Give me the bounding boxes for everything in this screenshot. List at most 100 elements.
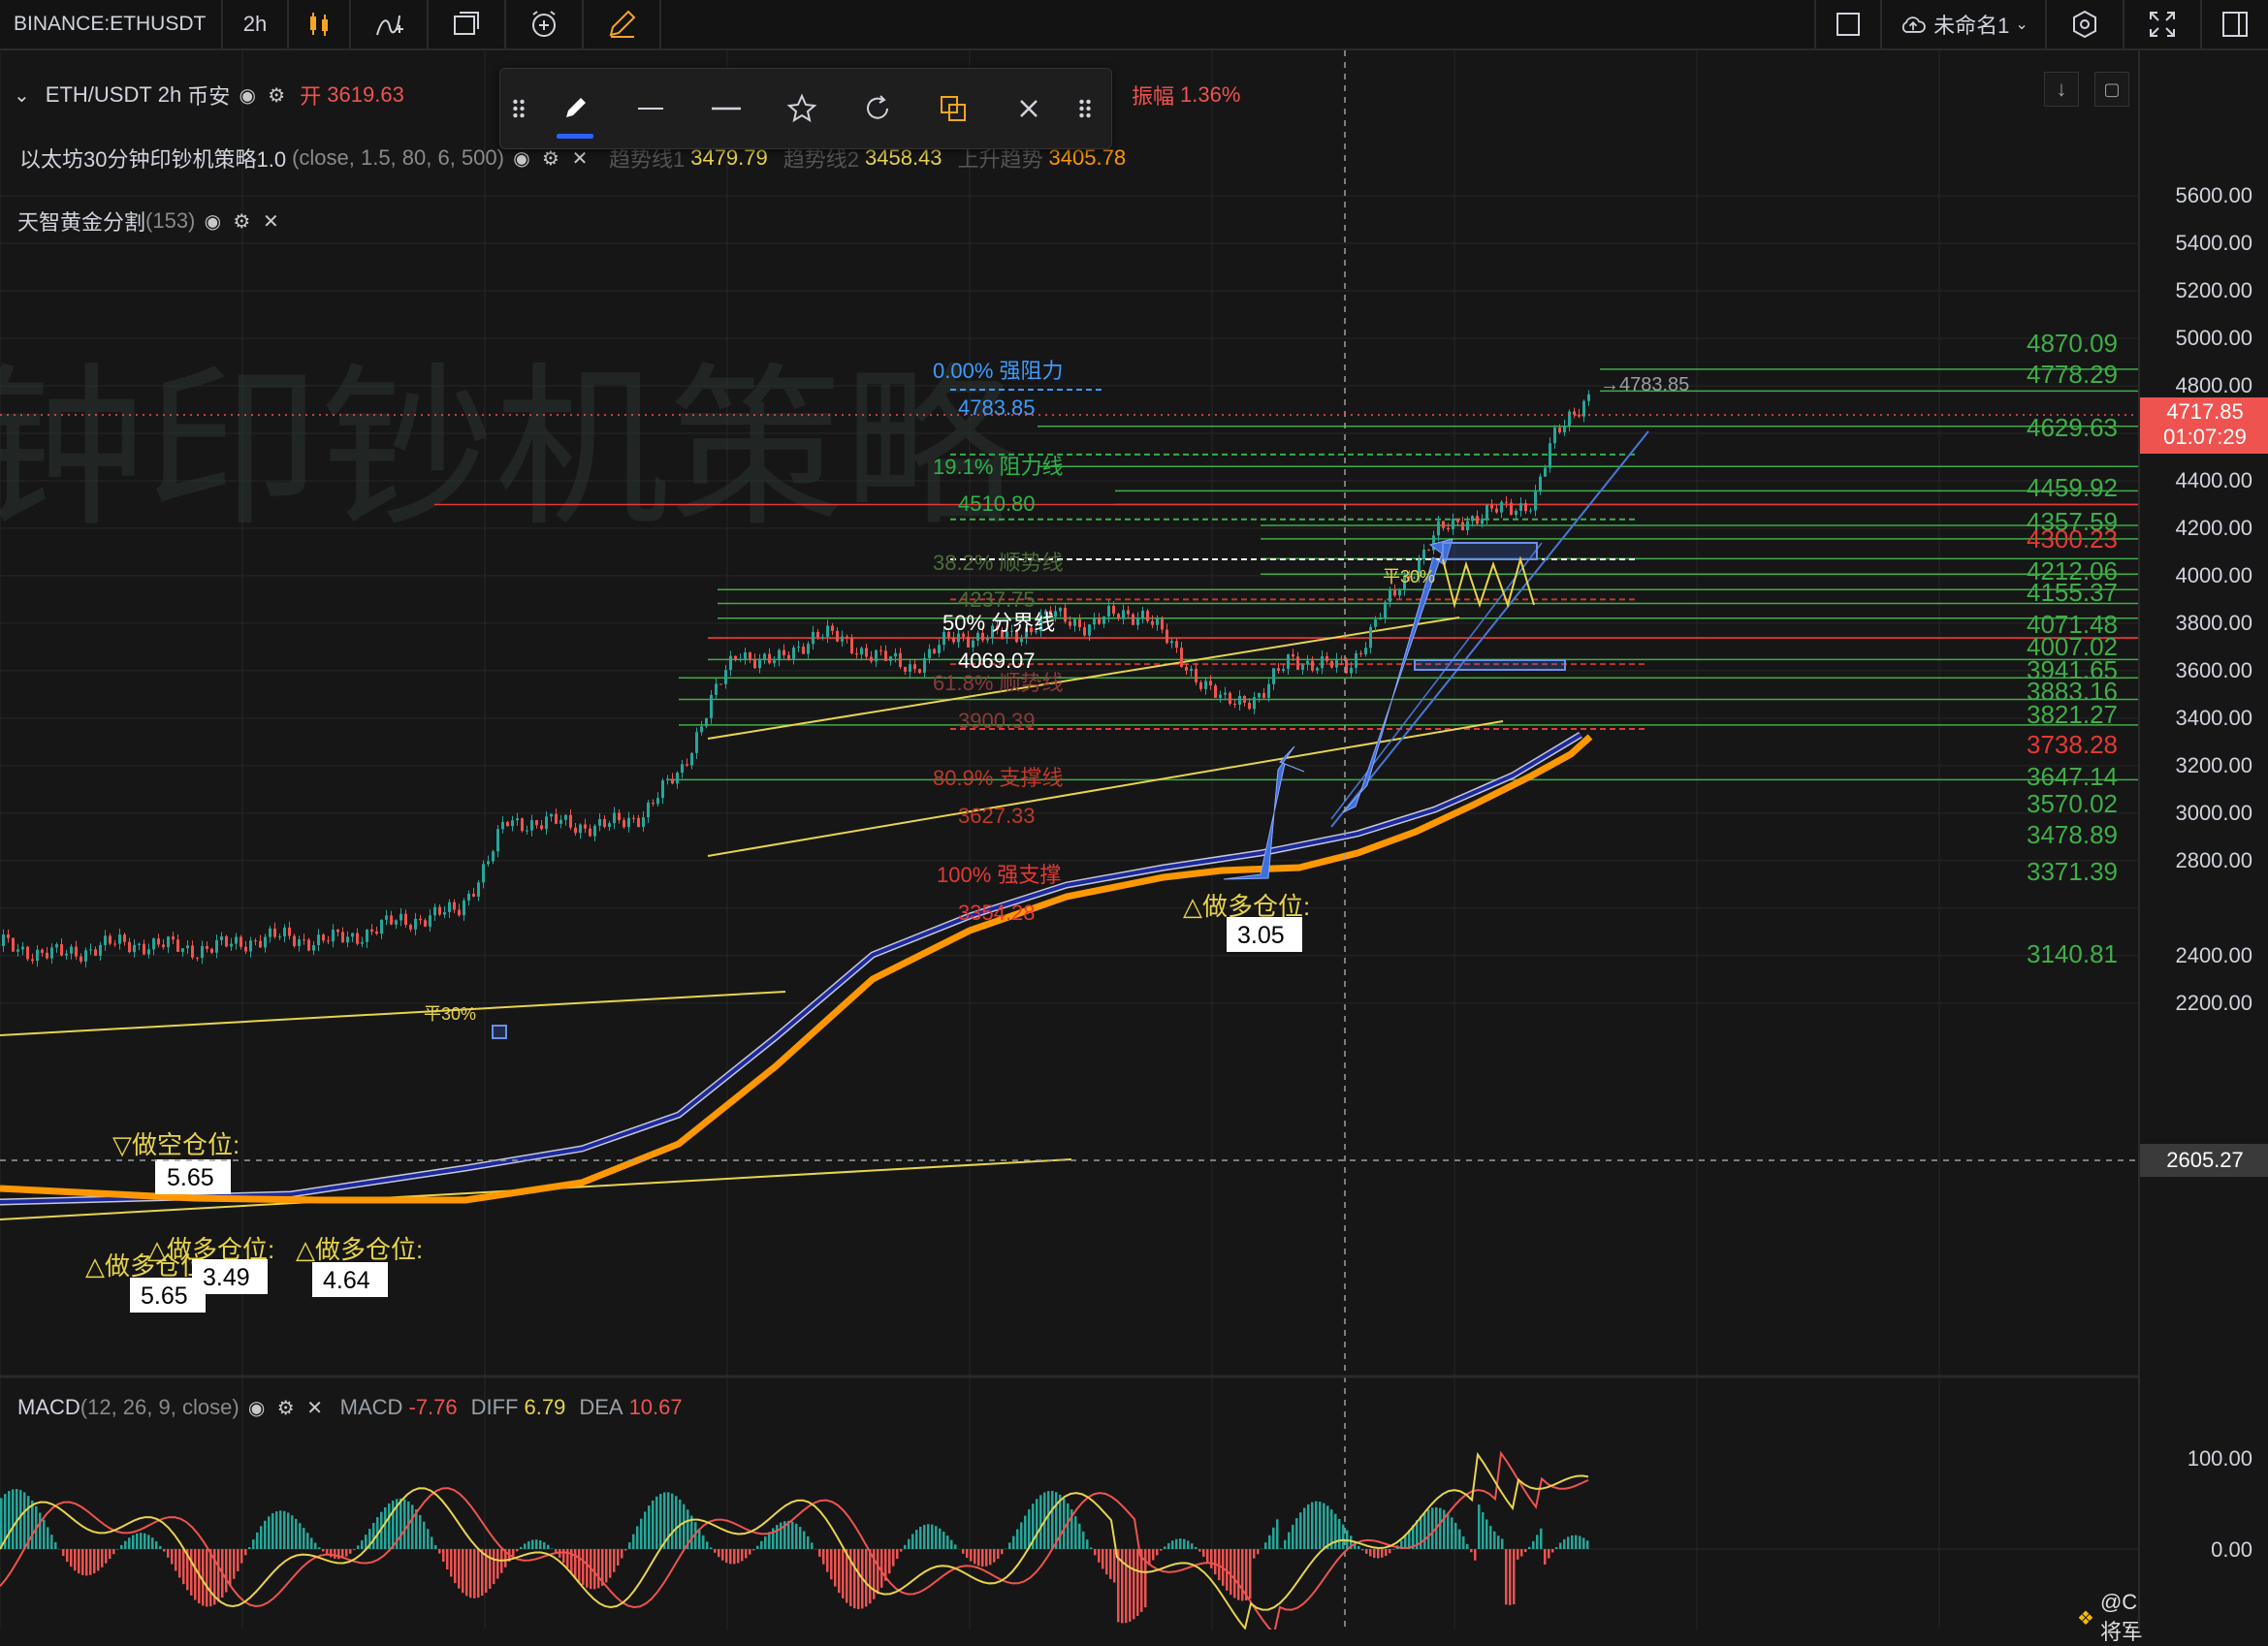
alert-button[interactable] xyxy=(506,0,584,48)
layout-save-button[interactable]: 未命名1 ⌄ xyxy=(1882,0,2047,48)
floating-drawing-toolbar[interactable] xyxy=(499,68,1112,149)
golden-name: 天智黄金分割 xyxy=(17,206,145,237)
long-signal-label-4: △做多仓位: xyxy=(1183,892,1310,921)
golden-legend: 天智黄金分割 (153) ◉ ⚙ ✕ xyxy=(17,206,282,237)
gear-icon[interactable]: ⚙ xyxy=(230,209,253,233)
close-icon[interactable]: ✕ xyxy=(568,146,591,170)
fib-19-pct: 19.1% 阻力线 xyxy=(933,455,1064,479)
panel-icon xyxy=(2219,8,2252,41)
price-axis-label: 2800.00 xyxy=(2175,848,2252,873)
fib-19-price: 4510.80 xyxy=(958,491,1036,516)
chart-canvas[interactable]: 钟印钞机策略 xyxy=(0,50,2138,1630)
symbol-search-button[interactable]: BINANCE:ETHUSDT xyxy=(0,0,223,48)
rect-range-3[interactable] xyxy=(493,1026,506,1038)
line-tool-color-button[interactable] xyxy=(537,69,613,148)
drag-handle-icon[interactable] xyxy=(500,69,537,148)
line-width-button[interactable] xyxy=(613,69,688,148)
price-axis-label: 5000.00 xyxy=(2175,326,2252,351)
macd-pane xyxy=(0,1453,2138,1630)
indicators-icon xyxy=(372,8,405,41)
level-label: 3478.89 xyxy=(2027,820,2118,849)
chart-type-button[interactable] xyxy=(289,0,351,48)
star-icon xyxy=(785,92,818,125)
dea-value: 10.67 xyxy=(629,1395,683,1420)
interval-label: 2h xyxy=(158,82,181,108)
line-style-icon xyxy=(710,92,743,125)
macd-axis-100: 100.00 xyxy=(2188,1446,2252,1472)
rect-range-2[interactable] xyxy=(1415,660,1565,670)
strategy-name: 以太坊30分钟印钞机策略1.0 xyxy=(19,142,286,174)
clone-button[interactable] xyxy=(915,69,991,148)
macd-params: (12, 26, 9, close) xyxy=(80,1395,240,1420)
fib-80-price: 3627.33 xyxy=(958,804,1036,828)
drawing-toolbar-toggle[interactable] xyxy=(584,0,661,48)
high-marker-value: 4783.85 xyxy=(1619,374,1689,396)
high-marker: →4783.85 xyxy=(1600,374,1689,396)
eye-icon[interactable]: ◉ xyxy=(236,83,259,107)
visibility-button[interactable] xyxy=(840,69,915,148)
templates-icon xyxy=(450,8,483,41)
level-label: 3140.81 xyxy=(2027,939,2118,968)
arrow-down-icon: ↓ xyxy=(2057,77,2067,102)
interval-button[interactable]: 2h xyxy=(223,0,289,48)
eye-icon[interactable]: ◉ xyxy=(201,209,224,233)
eye-icon[interactable]: ◉ xyxy=(245,1396,269,1419)
close-icon[interactable]: ✕ xyxy=(259,209,282,233)
level-label: 4459.92 xyxy=(2027,473,2118,502)
fib-0-price: 4783.85 xyxy=(958,396,1036,420)
macd-axis-0: 0.00 xyxy=(2211,1537,2252,1563)
level-label: 3371.39 xyxy=(2027,857,2118,886)
trendline-channel-bottom[interactable] xyxy=(708,721,1503,856)
trend-lines xyxy=(0,431,1648,1219)
fullscreen-select-button[interactable] xyxy=(1814,0,1882,48)
exchange-label: 币安 xyxy=(187,79,230,111)
drag-handle-icon[interactable] xyxy=(1067,69,1103,148)
remove-button[interactable] xyxy=(991,69,1067,148)
settings-button[interactable] xyxy=(2047,0,2124,48)
right-panel-button[interactable] xyxy=(2202,0,2268,48)
long-signal-value-1: 5.65 xyxy=(141,1282,188,1310)
top-toolbar: BINANCE:ETHUSDT 2h 未命名1 ⌄ xyxy=(0,0,2268,50)
macd-value: -7.76 xyxy=(408,1395,457,1420)
price-axis-label: 4000.00 xyxy=(2175,563,2252,588)
indicators-button[interactable] xyxy=(351,0,429,48)
short-signal-value: 5.65 xyxy=(167,1164,214,1191)
rect-range-1[interactable] xyxy=(1443,543,1537,559)
price-axis-label: 4800.00 xyxy=(2175,373,2252,398)
collapse-chevron-icon[interactable]: ⌄ xyxy=(14,83,30,108)
trendline-lower-left[interactable] xyxy=(0,992,785,1035)
macd-legend: MACD (12, 26, 9, close) ◉ ⚙ ✕ MACD -7.76… xyxy=(17,1395,683,1420)
cycle-icon xyxy=(861,92,894,125)
scroll-down-button[interactable]: ↓ xyxy=(2044,72,2079,107)
pencil-icon xyxy=(559,92,591,125)
reset-scale-button[interactable]: ▢ xyxy=(2094,72,2129,107)
line-width-icon xyxy=(634,92,667,125)
templates-button[interactable] xyxy=(429,0,506,48)
gear-icon[interactable]: ⚙ xyxy=(539,146,562,170)
open-value: 3619.63 xyxy=(327,82,404,108)
gear-icon[interactable]: ⚙ xyxy=(274,1396,298,1419)
price-axis[interactable]: 5600.005400.005200.005000.004800.004600.… xyxy=(2138,50,2268,1630)
fib-0-pct: 0.00% 强阻力 xyxy=(933,359,1064,383)
cloud-upload-icon xyxy=(1899,10,1928,39)
line-style-button[interactable] xyxy=(688,69,764,148)
favorite-button[interactable] xyxy=(764,69,840,148)
price-axis-label: 3200.00 xyxy=(2175,753,2252,778)
level-label: 3570.02 xyxy=(2027,789,2118,818)
dea-label: DEA xyxy=(579,1395,623,1420)
expand-icon xyxy=(2146,8,2179,41)
alarm-icon xyxy=(527,8,560,41)
flat-label-2: 平30% xyxy=(424,1004,476,1024)
chart-pane[interactable]: 钟印钞机策略 xyxy=(0,50,2138,1630)
close-icon[interactable]: ✕ xyxy=(303,1396,327,1419)
square-icon xyxy=(1832,8,1865,41)
fullscreen-button[interactable] xyxy=(2124,0,2202,48)
close-icon xyxy=(1012,92,1045,125)
gear-icon[interactable]: ⚙ xyxy=(265,83,288,107)
zigzag-pattern xyxy=(1443,559,1534,605)
eye-icon[interactable]: ◉ xyxy=(510,146,533,170)
range-value: 1.36% xyxy=(1180,82,1240,108)
symbol-label: BINANCE:ETHUSDT xyxy=(14,13,206,36)
golden-params: (153) xyxy=(145,208,195,234)
crosshair-price-tag: 2605.27 xyxy=(2140,1144,2268,1177)
